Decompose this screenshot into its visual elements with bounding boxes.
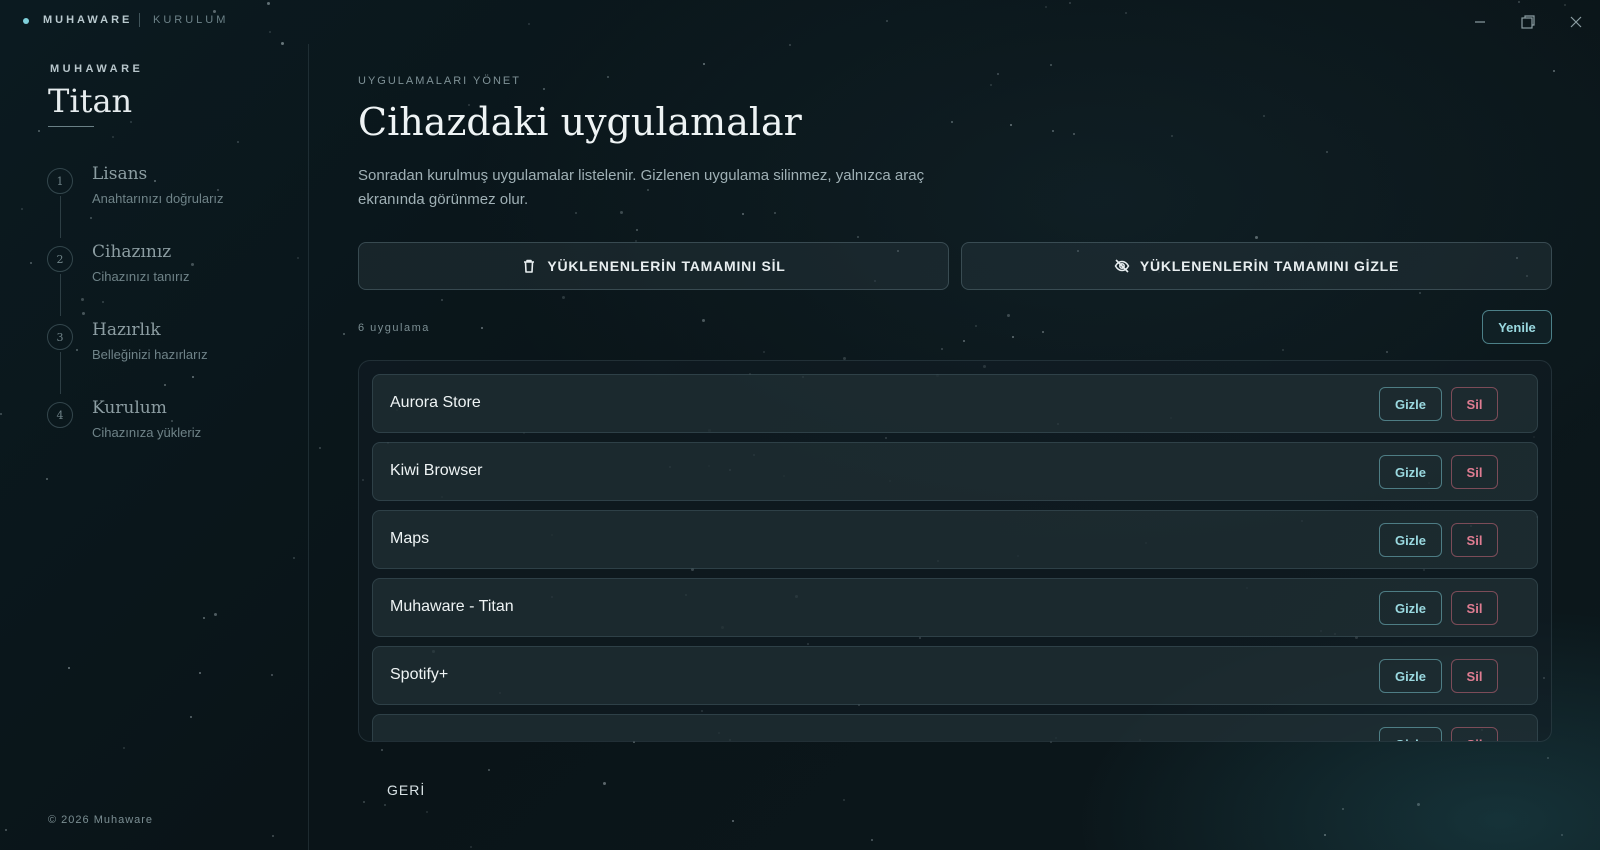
hide-all-label: YÜKLENENLERİN TAMAMINI GİZLE xyxy=(1139,258,1400,274)
app-list[interactable]: Aurora Store Gizle Sil Kiwi Browser Gizl… xyxy=(358,360,1552,742)
app-name: Maps xyxy=(390,530,430,547)
hide-app-button[interactable]: Gizle xyxy=(1379,727,1442,741)
back-button[interactable]: GERİ xyxy=(387,782,425,798)
hide-app-button[interactable]: Gizle xyxy=(1379,659,1442,693)
list-item: Spotify+ Gizle Sil xyxy=(372,646,1538,705)
titlebar-divider xyxy=(139,13,140,27)
hide-app-button[interactable]: Gizle xyxy=(1379,387,1442,421)
app-name: Aurora Store xyxy=(390,394,481,411)
step-title: Hazırlık xyxy=(92,320,161,340)
delete-app-button[interactable]: Sil xyxy=(1451,591,1498,625)
step-connector xyxy=(60,352,61,394)
eye-off-icon xyxy=(1114,259,1130,273)
step-description: Cihazınızı tanırız xyxy=(92,269,190,284)
titlebar-brand: MUHAWARE xyxy=(43,14,133,26)
star-dot xyxy=(343,333,345,335)
app-name: Kiwi Browser xyxy=(390,462,483,479)
close-button[interactable] xyxy=(1564,10,1588,34)
minimize-icon xyxy=(1475,21,1485,23)
section-eyebrow: UYGULAMALARI YÖNET xyxy=(358,75,521,87)
step-connector xyxy=(60,196,61,238)
app-name: Spotify+ xyxy=(390,666,449,683)
list-item: Aurora Store Gizle Sil xyxy=(372,374,1538,433)
hide-app-button[interactable]: Gizle xyxy=(1379,523,1442,557)
page-description: Sonradan kurulmuş uygulamalar listelenir… xyxy=(358,167,925,208)
delete-all-label: YÜKLENENLERİN TAMAMINI SİL xyxy=(547,258,786,274)
step-number: 4 xyxy=(47,402,73,428)
delete-app-button[interactable]: Sil xyxy=(1451,455,1498,489)
hide-app-button[interactable]: Gizle xyxy=(1379,455,1442,489)
step-title: Lisans xyxy=(92,164,148,184)
list-item: Maps Gizle Sil xyxy=(372,510,1538,569)
hide-app-button[interactable]: Gizle xyxy=(1379,591,1442,625)
step-number: 2 xyxy=(47,246,73,272)
step-description: Cihazınıza yükleriz xyxy=(92,425,202,440)
star-dot xyxy=(1561,834,1563,836)
refresh-button[interactable]: Yenile xyxy=(1482,310,1552,344)
title-bar: MUHAWARE KURULUM xyxy=(0,0,1600,44)
step-description: Belleğinizi hazırlarız xyxy=(92,347,208,362)
titlebar-section: KURULUM xyxy=(153,14,229,26)
app-count: 6 uygulama xyxy=(358,322,430,334)
list-item: Kiwi Browser Gizle Sil xyxy=(372,442,1538,501)
minimize-button[interactable] xyxy=(1468,10,1492,34)
product-underline xyxy=(48,126,94,127)
hide-all-button[interactable]: YÜKLENENLERİN TAMAMINI GİZLE xyxy=(961,242,1552,290)
sidebar: MUHAWARE Titan 1 Lisans Anahtarınızı doğ… xyxy=(0,44,309,850)
step-description: Anahtarınızı doğrularız xyxy=(92,191,224,206)
copyright: © 2026 Muhaware xyxy=(48,814,154,826)
delete-app-button[interactable]: Sil xyxy=(1451,659,1498,693)
delete-app-button[interactable]: Sil xyxy=(1451,523,1498,557)
page-title: Cihazdaki uygulamalar xyxy=(358,100,802,144)
list-item: Muhaware - Titan Gizle Sil xyxy=(372,578,1538,637)
delete-all-button[interactable]: YÜKLENENLERİN TAMAMINI SİL xyxy=(358,242,949,290)
star-dot xyxy=(1553,70,1555,72)
delete-app-button[interactable]: Sil xyxy=(1451,387,1498,421)
delete-app-button[interactable]: Sil xyxy=(1451,727,1498,741)
star-dot xyxy=(319,447,321,449)
step-connector xyxy=(60,274,61,316)
maximize-icon xyxy=(1521,15,1535,29)
trash-icon xyxy=(524,259,535,273)
brand-dot-icon xyxy=(23,18,29,24)
product-name: Titan xyxy=(48,82,133,120)
sidebar-brand: MUHAWARE xyxy=(50,63,144,75)
app-name: Muhaware - Titan xyxy=(390,598,514,615)
step-title: Kurulum xyxy=(92,398,167,418)
step-number: 1 xyxy=(47,168,73,194)
main-content: UYGULAMALARI YÖNET Cihazdaki uygulamalar… xyxy=(358,44,1552,850)
step-number: 3 xyxy=(47,324,73,350)
step-title: Cihazınız xyxy=(92,242,172,262)
list-item: Gizle Sil xyxy=(372,714,1538,741)
maximize-button[interactable] xyxy=(1516,10,1540,34)
close-icon xyxy=(1570,16,1582,28)
